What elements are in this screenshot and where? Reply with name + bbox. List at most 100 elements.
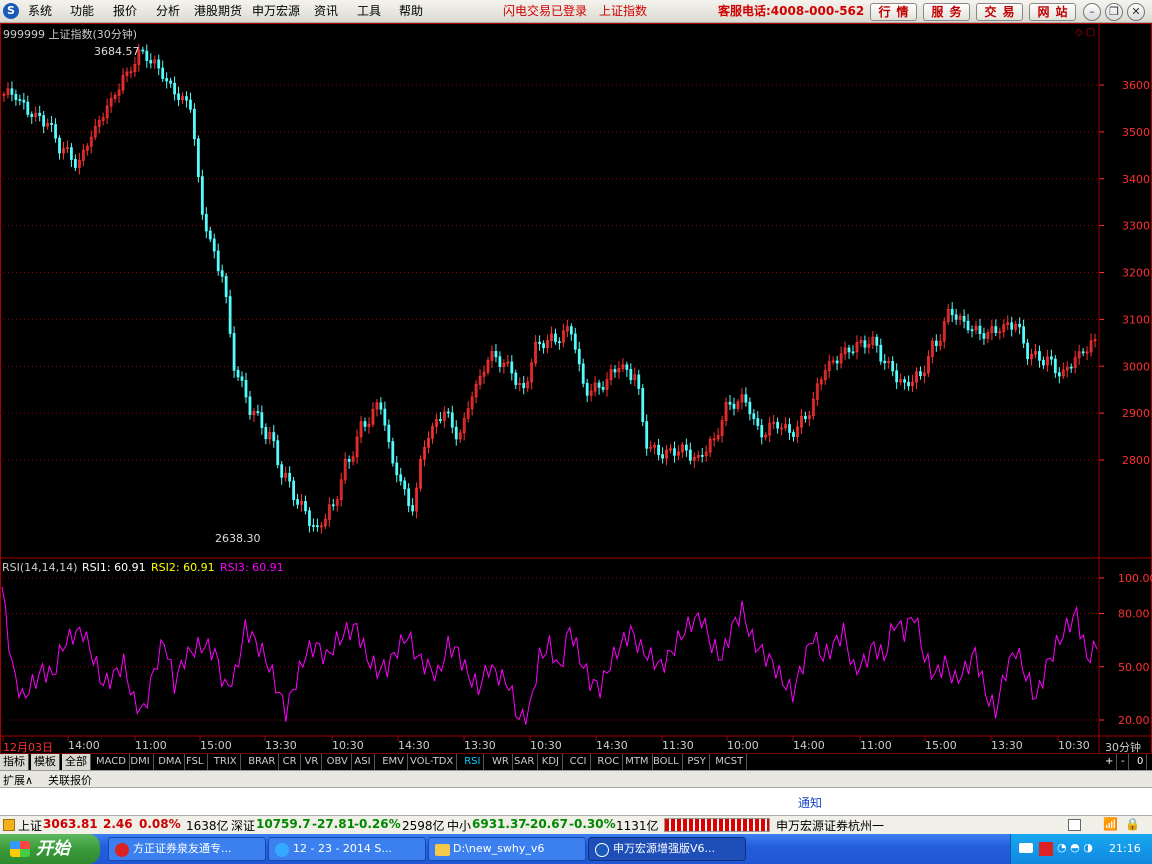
indicator-tab-emv[interactable]: EMV — [379, 754, 408, 770]
indicator-control-1[interactable]: - — [1118, 754, 1129, 770]
x-tick-label: 14:00 — [68, 739, 100, 752]
candle-body — [42, 115, 46, 127]
candle-body — [577, 348, 581, 365]
menu-help[interactable]: 帮助 — [399, 0, 423, 22]
task-fangzheng[interactable]: 方正证券泉友通专... — [108, 837, 266, 861]
candle-body — [863, 340, 867, 348]
candle-body — [597, 382, 601, 388]
rsi-tick-label: 100.00 — [1118, 572, 1152, 585]
website-button[interactable]: 网站 — [1029, 3, 1076, 21]
minimize-icon[interactable]: – — [1083, 3, 1101, 21]
indicator-tab-rsi[interactable]: RSI — [461, 754, 485, 770]
restore-icon[interactable]: ❐ — [1105, 3, 1123, 21]
fangzheng-app-icon — [115, 843, 129, 857]
indicator-tab-obv[interactable]: OBV — [324, 754, 352, 770]
candle-body — [73, 159, 77, 168]
lock-icon[interactable]: 🔒 — [1125, 817, 1140, 831]
notice-bar: 通知 — [0, 787, 1152, 815]
chart-svg[interactable]: 2800 2900 3000 3100 3200 3300 3400 3500 3600 20.… — [0, 23, 1152, 753]
indicator-tab-roc[interactable]: ROC — [594, 754, 624, 770]
candle-body — [835, 360, 839, 364]
candle-body — [792, 432, 795, 437]
menu-system[interactable]: 系统 — [28, 0, 52, 22]
input-method-icon[interactable] — [1039, 842, 1053, 856]
candle-body — [573, 333, 577, 350]
x-tick-label: 11:00 — [860, 739, 892, 752]
indicator-tab-trix[interactable]: TRIX — [211, 754, 241, 770]
indicator-tab-sar[interactable]: SAR — [511, 754, 539, 770]
tray-app-icons[interactable]: ◔ ◓ ◑ — [1057, 841, 1093, 854]
indicator-tab-mcst[interactable]: MCST — [712, 754, 748, 770]
candle-body — [407, 488, 411, 507]
indicator-tab-指标[interactable]: 指标 — [0, 754, 29, 770]
start-label: 开始 — [36, 839, 70, 859]
candle-body — [1010, 322, 1014, 330]
candle-body — [308, 510, 311, 526]
indicator-tab-dmi[interactable]: DMI — [127, 754, 154, 770]
notice-link[interactable]: 通知 — [798, 794, 822, 811]
menu-analysis[interactable]: 分析 — [156, 0, 180, 22]
chart-option-icon[interactable]: ◇ ▢ — [1075, 27, 1095, 38]
candle-body — [661, 454, 664, 459]
task-folder[interactable]: D:\new_swhy_v6 — [428, 837, 586, 861]
market-button[interactable]: 行情 — [870, 3, 917, 21]
candle-body — [18, 99, 22, 101]
candle-body — [569, 326, 573, 335]
candle-body — [744, 394, 748, 403]
task-browser[interactable]: 12 - 23 - 2014 S... — [268, 837, 426, 861]
menu-news[interactable]: 资讯 — [314, 0, 338, 22]
candle-body — [276, 440, 280, 466]
tab-expand[interactable]: 扩展∧ — [3, 772, 33, 788]
menu-swhy[interactable]: 申万宏源 — [252, 0, 300, 22]
menu-quote[interactable]: 报价 — [113, 0, 137, 22]
candle-body — [994, 326, 998, 333]
menu-tools[interactable]: 工具 — [357, 0, 381, 22]
menu-hk-futures[interactable]: 港股期货 — [194, 0, 242, 22]
candle-body — [280, 464, 284, 478]
indicator-tab-psy[interactable]: PSY — [684, 754, 710, 770]
notepad-icon[interactable] — [1068, 819, 1081, 831]
menu-function[interactable]: 功能 — [70, 0, 94, 22]
indicator-tab-kdj[interactable]: KDJ — [539, 754, 564, 770]
service-button[interactable]: 服务 — [923, 3, 970, 21]
candle-body — [173, 82, 176, 95]
indicator-tab-mtm[interactable]: MTM — [622, 754, 653, 770]
indicator-tab-vol-tdx[interactable]: VOL-TDX — [407, 754, 458, 770]
indicator-control-2[interactable]: 0 — [1134, 754, 1148, 770]
indicator-control-0[interactable]: + — [1102, 754, 1118, 770]
candle-body — [629, 369, 633, 381]
indicator-tab-dma[interactable]: DMA — [155, 754, 186, 770]
candle-body — [208, 230, 212, 240]
rsi-series-line — [1, 586, 1098, 725]
indicator-tab-cr[interactable]: CR — [280, 754, 301, 770]
tab-related-quote[interactable]: 关联报价 — [48, 772, 92, 788]
indicator-tab-vr[interactable]: VR — [302, 754, 323, 770]
sh-change: 2.46 — [103, 817, 133, 831]
candle-body — [256, 411, 260, 414]
indicator-tab-cci[interactable]: CCI — [567, 754, 591, 770]
sz-label: 深证 — [231, 819, 256, 833]
candle-body — [157, 59, 161, 69]
x-tick-label: 14:30 — [398, 739, 430, 752]
candle-body — [38, 112, 42, 117]
task-swhy[interactable]: 申万宏源增强版V6... — [588, 837, 746, 861]
low-annotation: 2638.30 — [215, 532, 261, 545]
candle-body — [446, 411, 450, 414]
candle-body — [379, 402, 383, 410]
indicator-tab-brar[interactable]: BRAR — [245, 754, 280, 770]
indicator-tab-asi[interactable]: ASI — [351, 754, 375, 770]
keyboard-icon[interactable] — [1019, 843, 1033, 853]
indicator-tab-boll[interactable]: BOLL — [650, 754, 683, 770]
candle-body — [657, 444, 661, 456]
trade-button[interactable]: 交易 — [976, 3, 1023, 21]
indicator-tab-fsl[interactable]: FSL — [183, 754, 208, 770]
candle-body — [966, 320, 970, 331]
candle-body — [803, 415, 807, 419]
indicator-tab-wr[interactable]: WR — [489, 754, 513, 770]
indicator-tab-模板[interactable]: 模板 — [31, 754, 60, 770]
indicator-tab-全部[interactable]: 全部 — [62, 754, 91, 770]
candle-body — [363, 421, 367, 427]
indicator-tab-macd[interactable]: MACD — [93, 754, 130, 770]
candle-body — [14, 94, 18, 100]
close-icon[interactable]: ✕ — [1127, 3, 1145, 21]
